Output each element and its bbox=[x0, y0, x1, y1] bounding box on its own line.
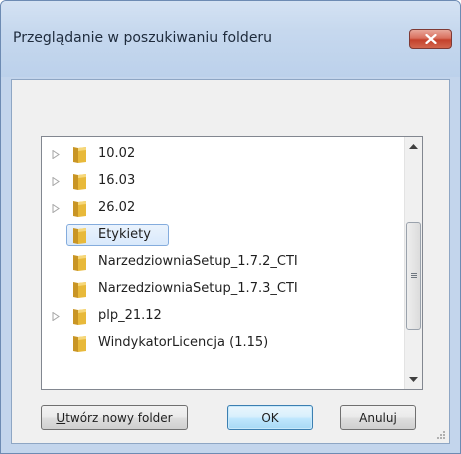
tree-item[interactable]: WindykatorLicencja (1.15) bbox=[42, 330, 404, 357]
cancel-button[interactable]: Anuluj bbox=[340, 405, 416, 430]
scroll-grip-line bbox=[411, 272, 417, 274]
new-folder-label: twórz nowy folder bbox=[65, 410, 173, 425]
scroll-thumb[interactable] bbox=[406, 221, 421, 330]
close-button[interactable] bbox=[409, 29, 452, 49]
scroll-down-button[interactable] bbox=[405, 371, 422, 388]
resize-grip-icon[interactable] bbox=[436, 430, 446, 440]
expand-arrow-icon[interactable] bbox=[52, 177, 60, 186]
tree-item-label: Etykiety bbox=[98, 227, 151, 242]
tree-item[interactable]: NarzedziowniaSetup_1.7.3_CTI bbox=[42, 276, 404, 303]
expand-arrow-icon[interactable] bbox=[52, 204, 60, 213]
cancel-label: Anuluj bbox=[359, 410, 397, 425]
tree-item-label: NarzedziowniaSetup_1.7.2_CTI bbox=[98, 254, 298, 269]
ok-label: OK bbox=[261, 410, 279, 425]
scroll-grip-line bbox=[411, 276, 417, 278]
title-bar[interactable]: Przeglądanie w poszukiwaniu folderu bbox=[1, 1, 460, 77]
tree-item[interactable]: Etykiety bbox=[42, 222, 404, 249]
scroll-grip-line bbox=[411, 274, 417, 276]
tree-item-label: 16.03 bbox=[98, 173, 136, 188]
tree-item-label: 10.02 bbox=[98, 146, 136, 161]
ok-button[interactable]: OK bbox=[227, 405, 313, 430]
browse-folder-dialog: Przeglądanie w poszukiwaniu folderu 10.0… bbox=[0, 0, 461, 454]
tree-item[interactable]: NarzedziowniaSetup_1.7.2_CTI bbox=[42, 249, 404, 276]
folder-icon bbox=[73, 336, 86, 352]
tree-item[interactable]: 26.02 bbox=[42, 195, 404, 222]
expand-arrow-icon[interactable] bbox=[52, 312, 60, 321]
folder-tree[interactable]: 10.02 16.03 26.02 Etykiety NarzedziowniaSetu… bbox=[41, 136, 423, 390]
tree-item-label: NarzedziowniaSetup_1.7.3_CTI bbox=[98, 281, 298, 296]
tree-item[interactable]: 16.03 bbox=[42, 168, 404, 195]
tree-item[interactable]: plp_21.12 bbox=[42, 303, 404, 330]
scroll-up-button[interactable] bbox=[405, 138, 422, 155]
close-x-icon bbox=[424, 34, 437, 44]
folder-icon bbox=[73, 282, 86, 298]
folder-icon bbox=[73, 228, 86, 244]
scroll-down-arrow-icon bbox=[409, 377, 418, 382]
folder-icon bbox=[73, 201, 86, 217]
scroll-up-arrow-icon bbox=[409, 144, 418, 149]
folder-icon bbox=[73, 309, 86, 325]
folder-tree-rows: 10.02 16.03 26.02 Etykiety NarzedziowniaSetu… bbox=[42, 137, 404, 389]
vertical-scrollbar[interactable] bbox=[404, 137, 422, 389]
folder-icon bbox=[73, 255, 86, 271]
dialog-body: 10.02 16.03 26.02 Etykiety NarzedziowniaSetu… bbox=[11, 79, 450, 444]
dialog-title: Przeglądanie w poszukiwaniu folderu bbox=[13, 30, 273, 46]
folder-icon bbox=[73, 174, 86, 190]
tree-item-label: 26.02 bbox=[98, 200, 136, 215]
tree-item-label: plp_21.12 bbox=[98, 308, 162, 323]
new-folder-accelerator: U bbox=[56, 410, 66, 425]
expand-arrow-icon[interactable] bbox=[52, 150, 60, 159]
new-folder-button[interactable]: Utwórz nowy folder bbox=[41, 405, 188, 430]
tree-item[interactable]: 10.02 bbox=[42, 141, 404, 168]
tree-item-label: WindykatorLicencja (1.15) bbox=[98, 335, 269, 350]
folder-icon bbox=[73, 147, 86, 163]
